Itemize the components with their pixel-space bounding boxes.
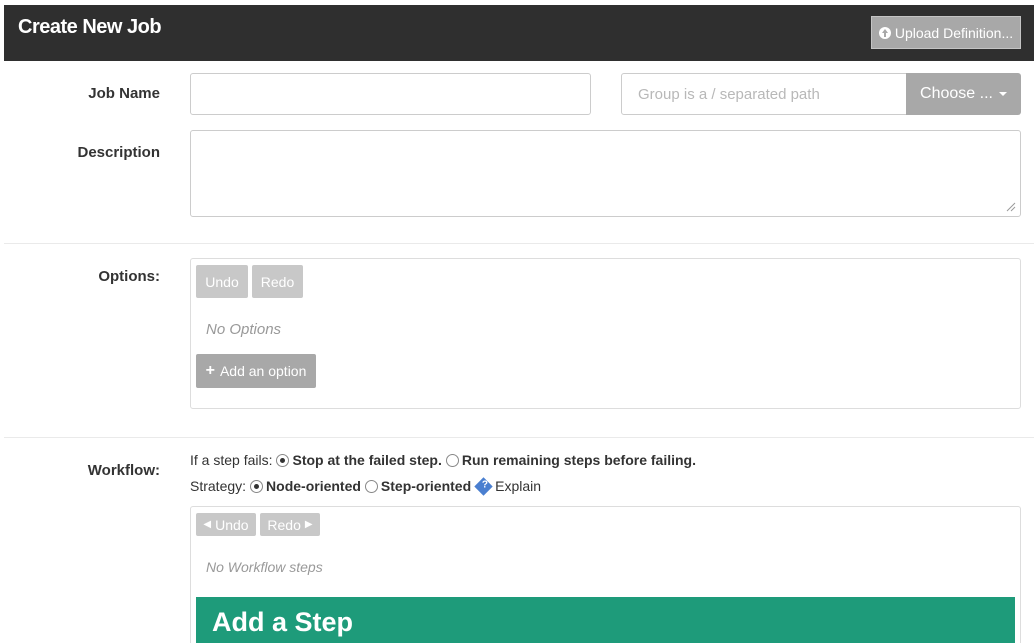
resize-grip-icon[interactable] — [1006, 202, 1016, 212]
choose-group-button[interactable]: Choose ... — [906, 73, 1021, 115]
no-workflow-steps-text: No Workflow steps — [206, 559, 323, 575]
options-redo-button[interactable]: Redo — [252, 265, 303, 298]
group-path-input[interactable] — [621, 73, 907, 115]
stop-at-failed-radio[interactable] — [276, 453, 290, 467]
strategy-prefix: Strategy: — [190, 478, 247, 494]
description-label: Description — [77, 144, 160, 161]
options-undo-button[interactable]: Undo — [196, 265, 248, 298]
workflow-redo-button[interactable]: Redo ▶ — [260, 513, 320, 536]
job-name-label: Job Name — [88, 85, 160, 102]
workflow-panel: ◀ Undo Redo ▶ No Workflow steps Add a St… — [190, 506, 1021, 643]
options-panel: Undo Redo No Options + Add an option — [190, 258, 1021, 409]
add-step-button[interactable]: Add a Step — [196, 597, 1015, 643]
page-title: Create New Job — [18, 16, 162, 38]
plus-icon: + — [205, 362, 215, 379]
upload-icon — [878, 26, 891, 39]
workflow-redo-label: Redo — [267, 516, 301, 533]
run-remaining-radio[interactable] — [445, 453, 459, 467]
upload-definition-label: Upload Definition... — [894, 24, 1014, 41]
options-label: Options: — [98, 268, 160, 285]
fail-prefix: If a step fails: — [190, 452, 273, 468]
workflow-label: Workflow: — [87, 462, 160, 479]
help-diamond-icon[interactable]: ? — [474, 476, 493, 496]
node-oriented-label[interactable]: Node-oriented — [266, 478, 361, 494]
fail-strategy-line: If a step fails: Stop at the failed step… — [190, 452, 696, 468]
stop-at-failed-label[interactable]: Stop at the failed step. — [292, 452, 441, 468]
skip-back-icon: ◀ — [203, 519, 212, 530]
workflow-undo-label: Undo — [215, 516, 249, 533]
section-divider — [4, 437, 1034, 438]
run-remaining-label[interactable]: Run remaining steps before failing. — [462, 452, 696, 468]
explain-link[interactable]: Explain — [495, 478, 541, 494]
page-header: Create New Job Upload Definition... — [4, 5, 1034, 61]
caret-down-icon — [998, 92, 1007, 96]
node-oriented-radio[interactable] — [250, 479, 264, 493]
workflow-undo-button[interactable]: ◀ Undo — [196, 513, 256, 536]
choose-group-label: Choose ... — [920, 85, 993, 102]
step-oriented-radio[interactable] — [364, 479, 378, 493]
add-option-label: Add an option — [219, 363, 307, 379]
upload-definition-button[interactable]: Upload Definition... — [871, 16, 1021, 49]
add-option-button[interactable]: + Add an option — [196, 354, 316, 388]
skip-forward-icon: ▶ — [304, 519, 313, 530]
description-textarea[interactable] — [190, 130, 1021, 217]
section-divider — [4, 243, 1034, 244]
strategy-line: Strategy: Node-oriented Step-oriented ? … — [190, 476, 541, 496]
no-options-text: No Options — [206, 321, 282, 338]
step-oriented-label[interactable]: Step-oriented — [381, 478, 471, 494]
job-name-input[interactable] — [190, 73, 591, 115]
